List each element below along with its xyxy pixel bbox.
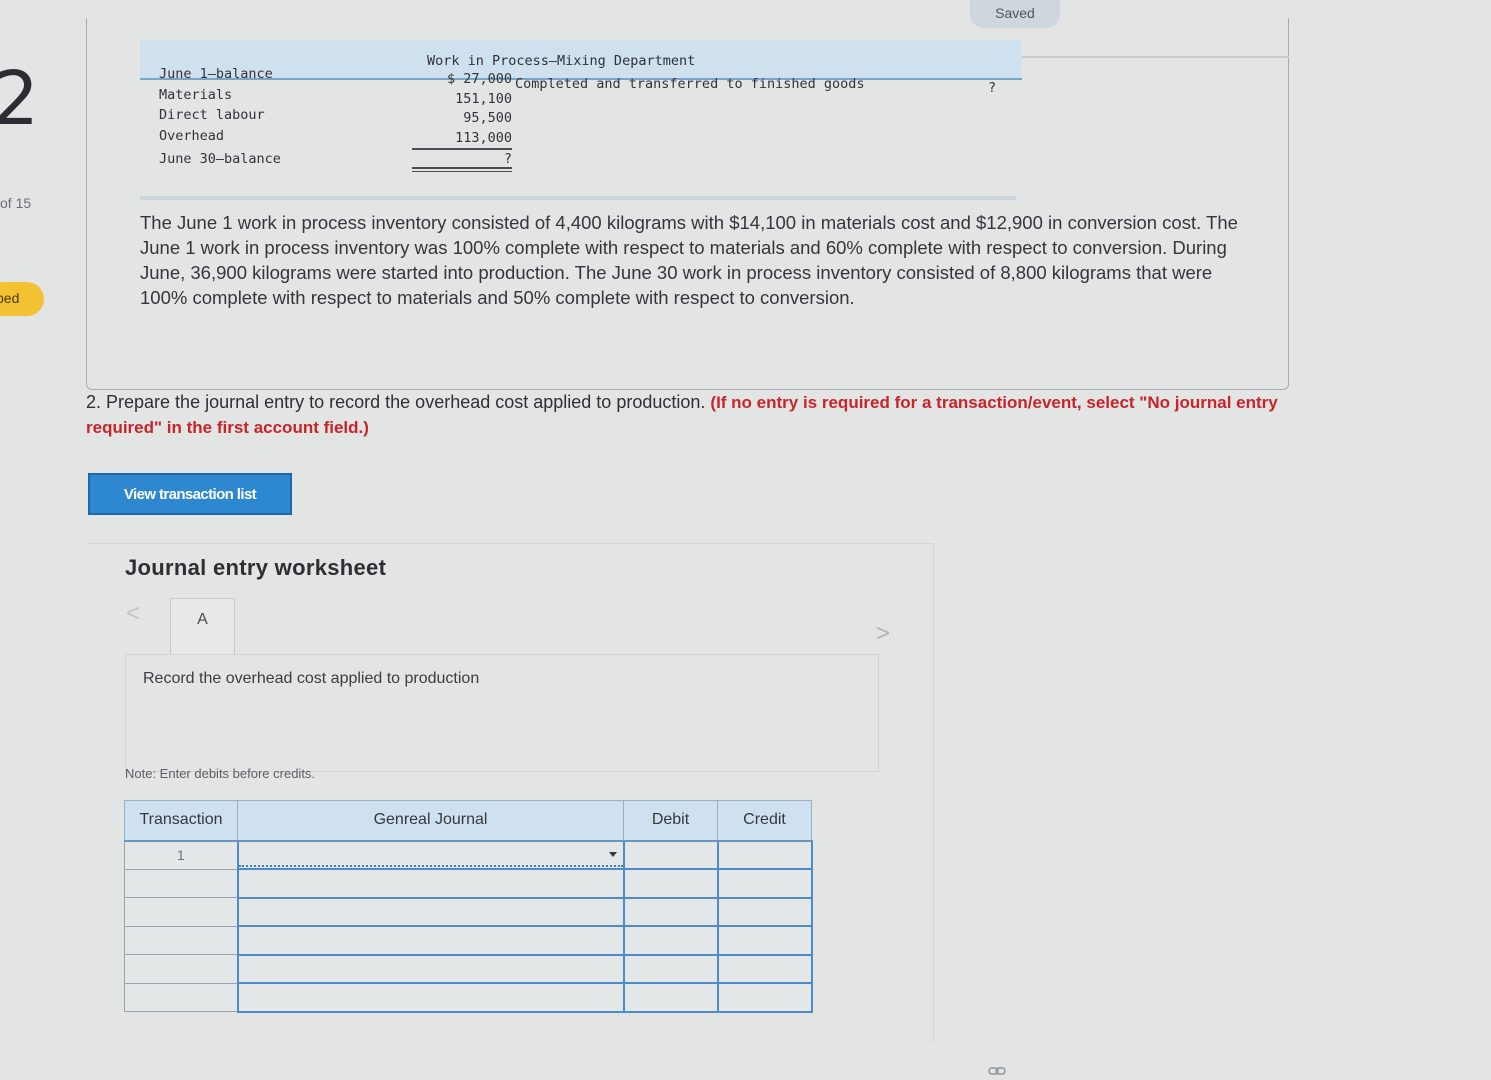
entry-description: Record the overhead cost applied to prod… — [143, 670, 480, 687]
question-number: 2 — [0, 56, 40, 142]
transaction-number — [124, 868, 238, 898]
account-select[interactable] — [236, 896, 625, 927]
problem-box-divider — [1022, 56, 1289, 58]
link-icon[interactable] — [988, 1064, 1006, 1080]
account-select[interactable] — [236, 868, 625, 899]
question-text: 2. Prepare the journal entry to record t… — [86, 392, 706, 412]
transaction-number — [124, 982, 238, 1012]
t-total-rule — [412, 167, 512, 169]
transaction-number — [124, 925, 238, 955]
col-transaction: Transaction — [124, 800, 238, 842]
credit-input[interactable] — [716, 896, 813, 927]
prev-entry-chevron-left-icon[interactable]: < — [126, 600, 140, 628]
t-account-left-values: $ 27,000 151,100 95,500 113,000 ? — [412, 70, 512, 172]
t-label: Overhead — [159, 127, 225, 144]
col-general-journal: Genreal Journal — [237, 800, 624, 842]
problem-text: The June 1 work in process inventory con… — [140, 212, 1238, 308]
account-select[interactable] — [236, 953, 625, 984]
next-entry-chevron-right-icon[interactable]: > — [876, 620, 890, 648]
account-select[interactable] — [236, 982, 625, 1013]
t-label: June 30–balance — [159, 151, 281, 167]
t-account-left-labels: June 1–balance Materials Direct labour O… — [159, 64, 281, 170]
credit-input[interactable] — [716, 839, 813, 870]
dropdown-arrow-icon[interactable] — [608, 851, 617, 857]
t-label: Direct labour — [159, 107, 265, 123]
t-value: 113,000 — [455, 129, 512, 146]
debit-input[interactable] — [622, 982, 719, 1013]
t-total-rule — [412, 170, 512, 172]
col-credit: Credit — [717, 800, 812, 842]
debit-input[interactable] — [622, 868, 719, 899]
credit-input[interactable] — [716, 953, 813, 984]
t-account-footer — [140, 170, 1016, 200]
account-select[interactable] — [236, 839, 625, 870]
t-value: 95,500 — [463, 110, 512, 126]
transaction-number — [124, 897, 238, 927]
t-label: June 1–balance — [159, 66, 273, 82]
debit-input[interactable] — [622, 839, 719, 870]
question-prompt: 2. Prepare the journal entry to record t… — [86, 390, 1286, 440]
tab-entry-a[interactable]: A — [170, 598, 235, 654]
table-row — [124, 982, 813, 1013]
t-account-right-value: ? — [988, 80, 997, 96]
table-row — [124, 868, 813, 899]
t-account: Work in Process–Mixing Department June 1… — [140, 40, 1022, 200]
debit-input[interactable] — [622, 953, 719, 984]
question-of-count: of 15 — [0, 195, 32, 211]
table-row — [124, 896, 813, 927]
worksheet-title: Journal entry worksheet — [125, 555, 387, 580]
flag-button[interactable]: ped — [0, 282, 44, 316]
debit-input[interactable] — [622, 925, 719, 956]
t-label: Materials — [159, 86, 233, 103]
col-debit: Debit — [623, 800, 718, 842]
account-select[interactable] — [236, 925, 625, 956]
table-row: 1 — [124, 839, 813, 870]
table-row — [124, 925, 813, 956]
entry-note: Note: Enter debits before credits. — [125, 766, 316, 781]
credit-input[interactable] — [716, 982, 813, 1013]
credit-input[interactable] — [716, 868, 813, 899]
link-icon-glyph — [988, 1067, 1006, 1075]
t-account-title: Work in Process–Mixing Department — [427, 53, 696, 69]
focus-indicator — [238, 865, 623, 867]
credit-input[interactable] — [716, 925, 813, 956]
transaction-number: 1 — [124, 840, 238, 870]
t-account-right-label: Completed and transferred to finished go… — [515, 76, 865, 92]
t-value: 151,100 — [455, 90, 512, 107]
t-value: $ 27,000 — [446, 71, 512, 87]
transaction-number — [124, 954, 238, 984]
view-transaction-list-button[interactable]: View transaction list — [88, 473, 292, 515]
table-row — [124, 953, 813, 984]
journal-table: Transaction Genreal Journal Debit Credit… — [124, 800, 813, 1013]
debit-input[interactable] — [622, 896, 719, 927]
